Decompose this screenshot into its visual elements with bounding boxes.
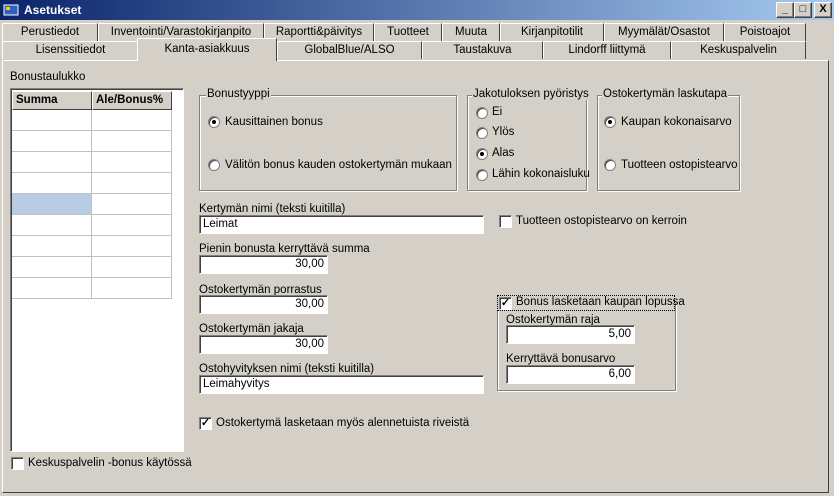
table-cell[interactable] (12, 110, 92, 131)
table-cell[interactable] (12, 236, 92, 257)
table-cell[interactable] (92, 215, 172, 236)
bonusarvo-label: Kerryttävä bonusarvo (506, 353, 616, 365)
table-cell[interactable] (92, 278, 172, 299)
radio-ylos-label[interactable]: Ylös (492, 126, 514, 138)
bonus-table-label: Bonustaulukko (10, 71, 86, 83)
table-cell-selected[interactable] (12, 194, 92, 215)
keskuspalvelin-checkbox[interactable] (11, 457, 24, 470)
bonus-table[interactable]: Summa Ale/Bonus% (10, 88, 184, 452)
tab-taustakuva[interactable]: Taustakuva (422, 41, 543, 59)
kerroin-label[interactable]: Tuotteen ostopistearvo on kerroin (516, 215, 687, 227)
alennetuista-checkbox[interactable]: ✓ (199, 417, 212, 430)
minimize-button[interactable]: _ (776, 2, 794, 18)
table-cell[interactable] (92, 236, 172, 257)
bonustyyppi-group: Bonustyyppi (199, 88, 457, 191)
table-cell[interactable] (92, 194, 172, 215)
table-cell[interactable] (12, 257, 92, 278)
lopussa-label[interactable]: Bonus lasketaan kaupan lopussa (516, 296, 685, 308)
hyvitys-input[interactable]: Leimahyvitys (199, 375, 484, 394)
tab-poistoajot[interactable]: Poistoajot (724, 23, 806, 41)
radio-lahin-label[interactable]: Lähin kokonaisluku (492, 168, 590, 180)
bonusarvo-input[interactable]: 6,00 (506, 365, 635, 384)
pienin-summa-input[interactable]: 30,00 (199, 255, 328, 274)
laskutapa-title: Ostokertymän laskutapa (602, 88, 729, 100)
maximize-button[interactable]: □ (794, 2, 812, 18)
app-icon (3, 4, 19, 16)
close-button[interactable]: X (814, 2, 832, 18)
radio-kokonaisarvo-label[interactable]: Kaupan kokonaisarvo (621, 116, 732, 128)
table-cell[interactable] (12, 173, 92, 194)
kertyman-nimi-input[interactable]: Leimat (199, 215, 484, 234)
table-cell[interactable] (92, 173, 172, 194)
alennetuista-label[interactable]: Ostokertymä lasketaan myös alennetuista … (216, 417, 469, 429)
radio-ostopistearvo[interactable] (604, 159, 616, 171)
radio-valiton[interactable] (208, 159, 220, 171)
table-cell[interactable] (92, 110, 172, 131)
table-cell[interactable] (92, 257, 172, 278)
kertyman-nimi-label: Kertymän nimi (teksti kuitilla) (199, 203, 346, 215)
lopussa-checkbox[interactable]: ✓ (499, 297, 512, 310)
radio-kausittainen-label[interactable]: Kausittainen bonus (225, 116, 323, 128)
radio-ei[interactable] (476, 107, 488, 119)
radio-valiton-label[interactable]: Välitön bonus kauden ostokertymän mukaan (225, 159, 452, 171)
tab-muuta[interactable]: Muuta (442, 23, 500, 41)
tab-tuotteet[interactable]: Tuotteet (374, 23, 442, 41)
keskuspalvelin-label[interactable]: Keskuspalvelin -bonus käytössä (28, 457, 192, 469)
tab-myymalat[interactable]: Myymälät/Osastot (604, 23, 724, 41)
radio-ylos[interactable] (476, 127, 488, 139)
table-cell[interactable] (92, 152, 172, 173)
table-cell[interactable] (12, 131, 92, 152)
title-bar: Asetukset _ □ X (0, 0, 834, 20)
jakaja-input[interactable]: 30,00 (199, 335, 328, 354)
tab-perustiedot[interactable]: Perustiedot (2, 23, 98, 41)
tab-kirjanpitotilit[interactable]: Kirjanpitotilit (500, 23, 604, 41)
tab-globalblue[interactable]: GlobalBlue/ALSO (277, 41, 422, 59)
tab-lindorff[interactable]: Lindorff liittymä (543, 41, 671, 59)
tab-lisenssitiedot[interactable]: Lisenssitiedot (2, 41, 139, 59)
radio-kokonaisarvo[interactable] (604, 116, 616, 128)
tab-kanta-asiakkuus[interactable]: Kanta-asiakkuus (137, 38, 277, 61)
column-header-summa[interactable]: Summa (12, 91, 92, 110)
table-cell[interactable] (12, 215, 92, 236)
radio-ei-label[interactable]: Ei (492, 106, 502, 118)
porrastus-input[interactable]: 30,00 (199, 295, 328, 314)
pienin-summa-label: Pienin bonusta kerryttävä summa (199, 243, 370, 255)
radio-lahin[interactable] (476, 169, 488, 181)
radio-alas[interactable] (476, 148, 488, 160)
laskutapa-group: Ostokertymän laskutapa (597, 88, 740, 191)
tab-keskuspalvelin[interactable]: Keskuspalvelin (671, 41, 806, 59)
radio-ostopistearvo-label[interactable]: Tuotteen ostopistearvo (621, 159, 738, 171)
column-header-ale-bonus[interactable]: Ale/Bonus% (92, 91, 172, 110)
table-cell[interactable] (92, 131, 172, 152)
hyvitys-label: Ostohyvityksen nimi (teksti kuitilla) (199, 363, 375, 375)
bonustyyppi-title: Bonustyyppi (206, 88, 271, 100)
raja-input[interactable]: 5,00 (506, 325, 635, 344)
tab-raportti[interactable]: Raportti&päivitys (264, 23, 374, 41)
window-title: Asetukset (24, 3, 82, 17)
jakaja-label: Ostokertymän jakaja (199, 323, 304, 335)
jakotulos-title: Jakotuloksen pyöristys (472, 88, 590, 100)
table-cell[interactable] (12, 278, 92, 299)
radio-kausittainen[interactable] (208, 116, 220, 128)
table-cell[interactable] (12, 152, 92, 173)
kerroin-checkbox[interactable] (499, 215, 512, 228)
radio-alas-label[interactable]: Alas (492, 147, 514, 159)
